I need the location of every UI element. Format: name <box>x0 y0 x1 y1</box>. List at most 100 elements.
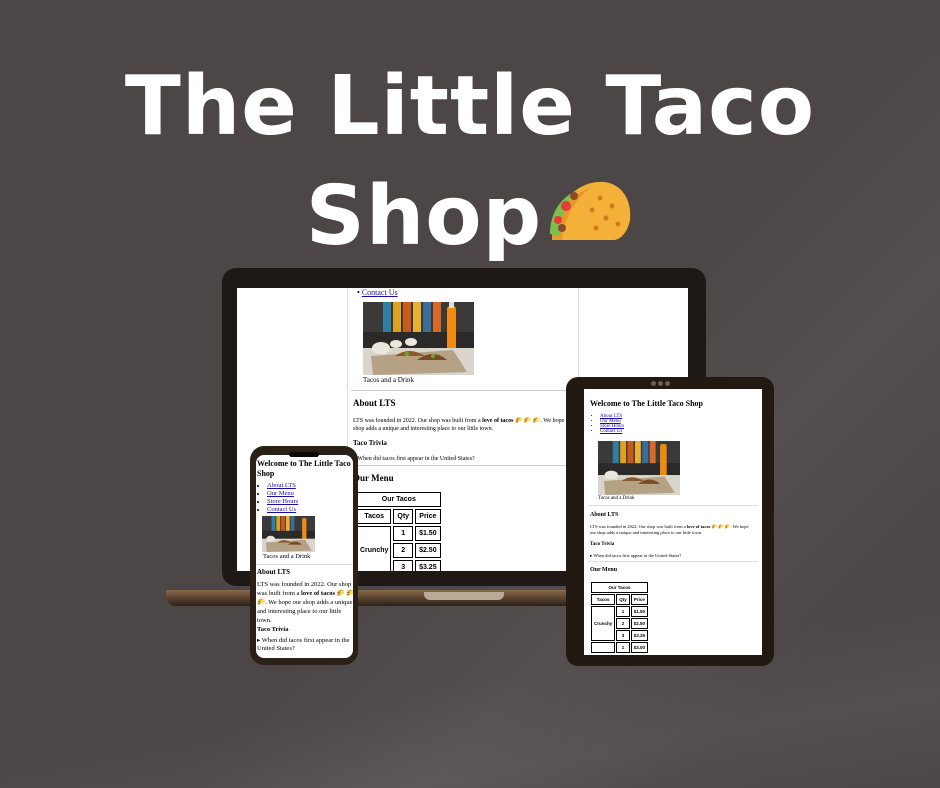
contact-link[interactable]: Contact Us <box>600 429 622 434</box>
photo-caption: Tacos and a Drink <box>598 496 635 501</box>
menu-table: Our Tacos Tacos Qty Price Crunchy 1 $1.50 2 $… <box>355 490 443 571</box>
table-caption: Our Tacos <box>591 582 649 593</box>
nav-list: About LTS Our Menu Store Hours Contact U… <box>590 414 624 434</box>
table-cell: $2.50 <box>630 618 649 629</box>
table-cell: $3.25 <box>630 630 649 641</box>
divider <box>351 390 577 391</box>
about-text-start: was founded in 2022. Our shop was built … <box>597 524 687 529</box>
hero-title-line2: Shop <box>0 162 940 272</box>
divider <box>588 561 758 562</box>
table-header: Qty <box>616 594 630 605</box>
contact-link[interactable]: Contact Us <box>362 288 398 297</box>
trivia-question-text: When did tacos first appear in the Unite… <box>257 637 350 652</box>
table-cell: 3 <box>616 630 630 641</box>
phone-speaker <box>289 452 319 457</box>
nav-item: About LTS <box>267 482 298 490</box>
nav-item-contact: • Contact Us <box>357 288 398 297</box>
nav-item: Contact Us <box>600 429 624 434</box>
tablet-camera-dot <box>665 381 670 386</box>
tablet-camera-dot <box>658 381 663 386</box>
about-heading-abbr: LTS <box>607 512 619 518</box>
about-heading-prefix: About <box>590 512 608 518</box>
table-cell: $3.25 <box>415 560 441 571</box>
phone-webpage: Welcome to The Little Taco Shop About LT… <box>256 455 353 658</box>
tablet-screen: Welcome to The Little Taco Shop About LT… <box>584 389 762 655</box>
tacos-photo <box>363 302 474 375</box>
about-paragraph: LTS was founded in 2022. Our shop was bu… <box>257 580 353 625</box>
nav-list: About LTS Our Menu Store Hours Contact U… <box>257 482 298 514</box>
table-cell: 3 <box>393 560 414 571</box>
table-cell: 2 <box>616 618 630 629</box>
tacos-photo-image <box>363 302 474 375</box>
about-emojis: 🌮 🌮 🌮 <box>514 418 541 424</box>
about-abbr: LTS <box>353 418 364 424</box>
tacos-photo-image <box>598 441 680 495</box>
trivia-heading: Taco Trivia <box>353 439 387 447</box>
menu-table: Our Tacos Tacos Qty Price Crunchy 1 $1.50 2 $… <box>590 581 649 654</box>
about-heading: About LTS <box>353 398 395 408</box>
tacos-photo <box>262 516 315 552</box>
table-cell: Crunchy <box>357 526 392 571</box>
about-heading-abbr: LTS <box>277 568 291 576</box>
table-cell: $2.50 <box>415 543 441 558</box>
photo-caption: Tacos and a Drink <box>363 376 415 384</box>
about-heading-prefix: About <box>257 568 278 576</box>
divider <box>256 564 353 565</box>
about-bold: love of tacos <box>482 418 514 424</box>
contact-link[interactable]: Contact Us <box>267 506 296 513</box>
table-cell: $1.50 <box>630 606 649 617</box>
about-abbr: LTS <box>590 524 598 529</box>
hero-title: The Little Taco Shop <box>0 52 940 272</box>
trivia-question: ▸ When did tacos first appear in the Uni… <box>257 637 350 652</box>
hero-title-line1: The Little Taco <box>124 59 816 154</box>
table-header: Tacos <box>591 594 616 605</box>
table-cell: 2 <box>393 543 414 558</box>
about-emojis: 🌮 🌮 🌮 <box>711 524 731 529</box>
table-cell: 1 <box>616 642 630 653</box>
hero-title-word: Shop <box>305 169 543 264</box>
table-header: Qty <box>393 509 414 524</box>
table-header: Price <box>415 509 441 524</box>
about-paragraph: LTS was founded in 2022. Our shop was bu… <box>590 524 755 536</box>
about-heading: About LTS <box>257 568 290 576</box>
photo-caption: Tacos and a Drink <box>263 553 311 560</box>
tablet-camera-dot <box>651 381 656 386</box>
taco-emoji-icon <box>550 181 631 240</box>
about-abbr: LTS <box>257 581 268 588</box>
about-heading: About LTS <box>590 512 618 518</box>
about-heading-abbr: LTS <box>379 398 396 408</box>
table-header: Price <box>630 594 649 605</box>
about-text-end: . We hope our shop adds a unique and int… <box>257 599 353 624</box>
trivia-question-text: When did tacos first appear in the Unite… <box>357 456 475 462</box>
table-cell: Crunchy <box>591 606 616 641</box>
welcome-heading: Welcome to The Little Taco Shop <box>590 399 703 408</box>
about-bold: love of tacos <box>301 590 335 597</box>
trivia-heading: Taco Trivia <box>257 626 289 633</box>
table-header: Tacos <box>357 509 392 524</box>
table-caption: Our Tacos <box>357 492 441 507</box>
menu-heading: Our Menu <box>590 567 618 573</box>
about-heading-prefix: About <box>353 398 380 408</box>
nav-item: Contact Us <box>267 506 298 514</box>
divider <box>588 505 758 506</box>
about-text-start: was founded in 2022. Our shop was built … <box>363 418 483 424</box>
table-cell: $1.50 <box>415 526 441 541</box>
trivia-question: ▸ When did tacos first appear in the Uni… <box>353 455 475 462</box>
tacos-photo-image <box>262 516 315 552</box>
tacos-photo <box>598 441 680 495</box>
table-cell: 1 <box>393 526 414 541</box>
trivia-question: ▸ When did tacos first appear in the Uni… <box>590 553 682 558</box>
divider <box>349 465 577 466</box>
table-cell: $3.00 <box>630 642 649 653</box>
phone-screen: Welcome to The Little Taco Shop About LT… <box>256 455 353 658</box>
table-cell <box>591 642 616 653</box>
nav-item: Our Menu <box>267 490 298 498</box>
menu-link[interactable]: Our Menu <box>267 490 294 497</box>
table-cell: 1 <box>616 606 630 617</box>
about-paragraph: LTS was founded in 2022. Our shop was bu… <box>353 417 577 433</box>
about-bold: love of tacos <box>686 524 711 529</box>
hours-link[interactable]: Store Hours <box>267 498 298 505</box>
laptop-notch <box>424 592 504 600</box>
about-link[interactable]: About LTS <box>267 482 296 489</box>
nav-item: Store Hours <box>267 498 298 506</box>
